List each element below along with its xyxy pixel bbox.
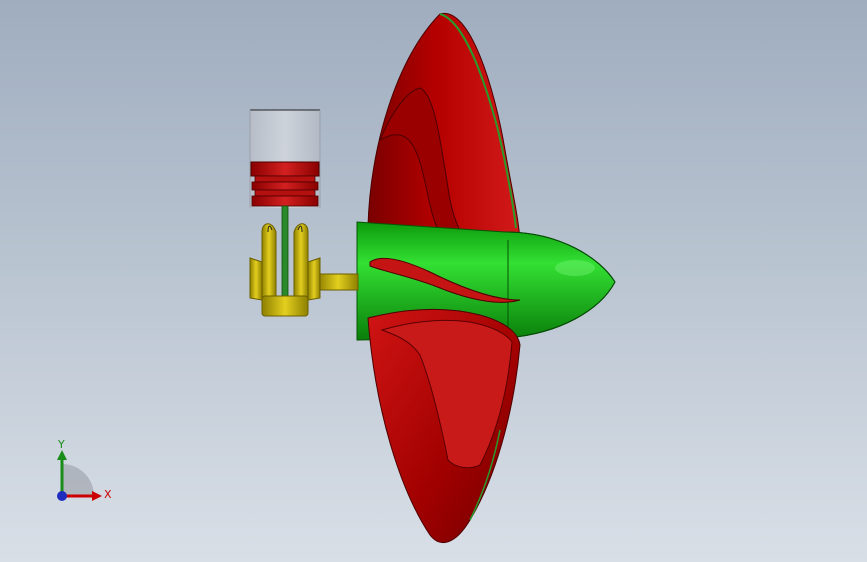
x-axis-label: X (104, 488, 112, 501)
shaft[interactable] (317, 273, 359, 291)
z-axis-indicator (57, 491, 67, 501)
lower-blade[interactable] (367, 308, 521, 544)
y-axis-label: Y (57, 438, 65, 451)
coordinate-triad: Y X (57, 438, 112, 501)
cad-graphics-viewport[interactable]: Y X (0, 0, 867, 562)
piston[interactable] (250, 161, 320, 207)
triad-plane-indicator (62, 464, 94, 496)
propeller-assembly-model[interactable] (0, 0, 867, 562)
